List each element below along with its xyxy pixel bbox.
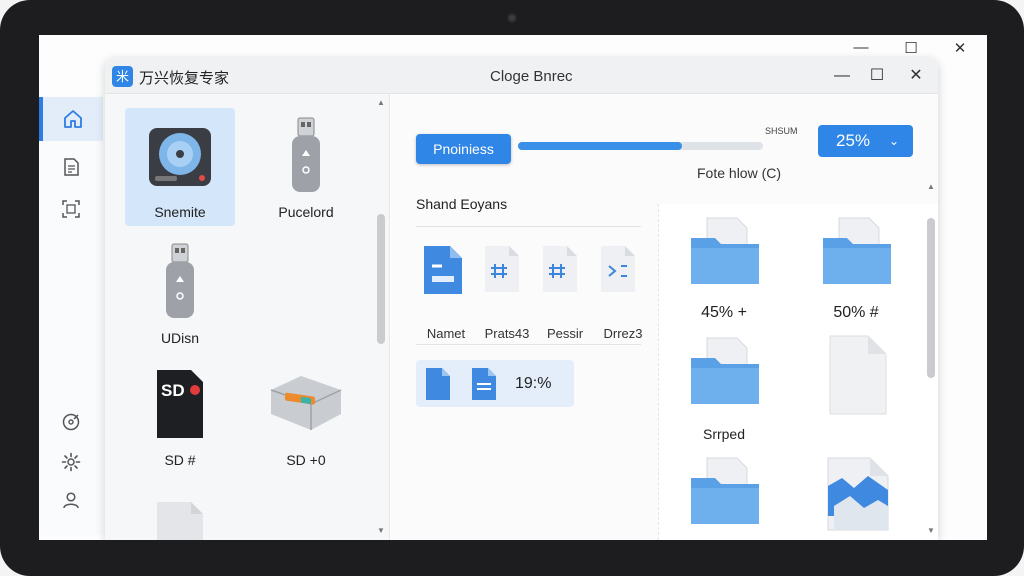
- grid-label: 45% +: [701, 304, 747, 321]
- process-button[interactable]: Pnoiniess: [416, 134, 511, 164]
- external-drive-icon: [270, 376, 342, 430]
- scroll-down-arrow-icon[interactable]: ▼: [927, 526, 935, 535]
- grid-item[interactable]: Srrped: [674, 332, 774, 447]
- device-label: UDisn: [160, 330, 200, 346]
- grid-item[interactable]: 50% #: [806, 212, 906, 327]
- device-tile[interactable]: SD SD #: [125, 358, 235, 476]
- file-item[interactable]: Namet: [420, 242, 472, 341]
- scan-icon: [62, 200, 80, 218]
- file-item[interactable]: Drrez3: [597, 242, 649, 341]
- file-item[interactable]: Prats43: [481, 242, 533, 341]
- file-label: Namet: [426, 326, 466, 341]
- app-logo: 米: [112, 66, 133, 87]
- folder-icon: [823, 217, 891, 284]
- sidebar-item-account[interactable]: [39, 478, 103, 522]
- outer-minimize-button[interactable]: —: [849, 39, 873, 56]
- grid-item[interactable]: [806, 452, 906, 540]
- percent-dropdown[interactable]: 25% ⌄: [818, 125, 913, 157]
- scroll-down-arrow-icon[interactable]: ▼: [377, 526, 385, 535]
- device-list-scrollbar[interactable]: [377, 214, 385, 344]
- hard-drive-icon: [149, 128, 211, 186]
- blank-file-icon: [829, 335, 887, 415]
- grid-scrollbar[interactable]: [927, 218, 935, 378]
- device-tile[interactable]: UDisn: [125, 234, 235, 352]
- device-list: Snemite Pucelord UDisn SD SD # SD +0 ▲ ▼: [105, 94, 390, 540]
- grid-label: Srrped: [702, 426, 746, 442]
- scroll-up-arrow-icon[interactable]: ▲: [927, 182, 935, 191]
- device-tile[interactable]: SD +0: [251, 358, 361, 476]
- grid-item[interactable]: 45% +: [674, 212, 774, 327]
- device-label: Snemite: [154, 204, 206, 220]
- grid-item[interactable]: [806, 332, 906, 447]
- folder-icon: [691, 337, 759, 404]
- file-item[interactable]: Pessir: [539, 242, 591, 341]
- sub-caption: Fote hlow (C): [697, 165, 782, 181]
- divider: [416, 344, 641, 345]
- folder-icon: [691, 457, 759, 524]
- progress-bar: [518, 142, 763, 150]
- summary-bar[interactable]: 19:%: [416, 360, 574, 407]
- progress-caption: SHSUM: [765, 126, 798, 136]
- device-tile[interactable]: Snemite: [125, 108, 235, 226]
- blue-document-icon: [424, 246, 462, 294]
- nav-sidebar: [39, 95, 103, 535]
- summary-value: 19:%: [515, 375, 552, 392]
- tablet-frame: — ☐ ✕ 米 万兴恢复专家 Cloge Bnrec — ☐ ✕ Snemite…: [0, 0, 1024, 576]
- outer-close-button[interactable]: ✕: [948, 39, 972, 57]
- file-grid: 45% + 50% # Srrped ▲ ▼: [658, 182, 938, 540]
- code-file-icon: [485, 246, 519, 292]
- usb-drive-icon: [166, 243, 194, 318]
- blue-doc-icon: [472, 368, 496, 400]
- device-label: Pucelord: [278, 204, 334, 220]
- section-title: Shand Eoyans: [416, 196, 508, 212]
- grid-label: 50% #: [833, 304, 879, 321]
- camera: [507, 13, 517, 23]
- sd-card-icon: SD: [157, 370, 203, 438]
- title-bar: 米 万兴恢复专家 Cloge Bnrec — ☐ ✕: [105, 58, 938, 94]
- scroll-up-arrow-icon[interactable]: ▲: [377, 98, 385, 107]
- file-stack-icon: [157, 502, 203, 540]
- sidebar-item-disc[interactable]: [39, 400, 103, 444]
- code-file-icon: [601, 246, 635, 292]
- sidebar-item-scan[interactable]: [39, 187, 103, 231]
- user-icon: [63, 492, 79, 509]
- device-tile[interactable]: Pucelord: [251, 108, 361, 226]
- outer-maximize-button[interactable]: ☐: [899, 39, 923, 57]
- file-label: Drrez3: [603, 326, 643, 341]
- usb-drive-icon: [292, 117, 320, 192]
- chevron-down-icon: ⌄: [888, 134, 899, 148]
- code-file-icon: [543, 246, 577, 292]
- device-label: SD +0: [286, 452, 326, 468]
- disc-icon: [62, 413, 80, 431]
- screen: — ☐ ✕ 米 万兴恢复专家 Cloge Bnrec — ☐ ✕ Snemite…: [39, 35, 987, 540]
- close-button[interactable]: ✕: [904, 64, 928, 88]
- sidebar-item-files[interactable]: [39, 145, 103, 189]
- image-file-icon: [827, 457, 889, 531]
- folder-icon: [691, 217, 759, 284]
- sidebar-item-home[interactable]: [39, 97, 103, 141]
- progress-fill: [518, 142, 683, 150]
- home-icon: [64, 110, 82, 128]
- minimize-button[interactable]: —: [830, 64, 854, 88]
- device-label: SD #: [164, 452, 196, 468]
- blue-file-icon: [426, 368, 450, 400]
- gear-icon: [61, 452, 81, 472]
- maximize-button[interactable]: ☐: [865, 64, 889, 88]
- divider: [416, 226, 641, 227]
- content-pane: Pnoiniess SHSUM 25% ⌄ Fote hlow (C) Shan…: [391, 94, 938, 540]
- document-icon: [64, 158, 79, 176]
- window-title: Cloge Bnrec: [490, 68, 573, 85]
- svg-text:SD: SD: [161, 381, 185, 400]
- percent-value: 25%: [836, 131, 871, 150]
- grid-item[interactable]: [674, 452, 774, 540]
- app-name: 万兴恢复专家: [139, 70, 230, 87]
- app-window: 米 万兴恢复专家 Cloge Bnrec — ☐ ✕ Snemite Pucel…: [105, 58, 938, 540]
